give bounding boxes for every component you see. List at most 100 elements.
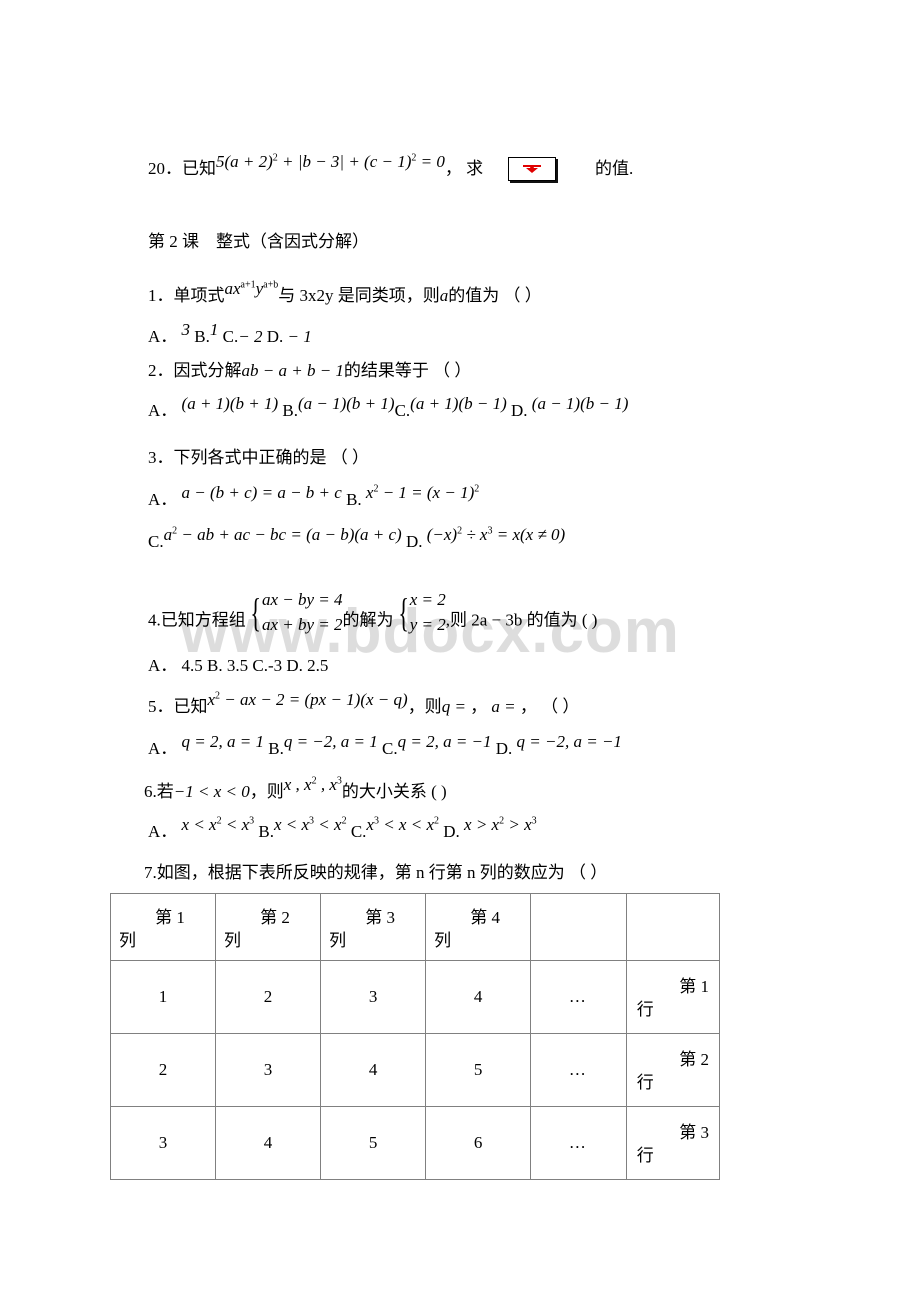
q4-opt-a-letter: A． — [148, 656, 178, 675]
q4-system-2: {x = 2y = 2 — [397, 589, 446, 635]
table-row-label: 第 2 行 — [625, 1033, 721, 1107]
table-header-top: 第 3 — [365, 908, 395, 928]
q2-opt-b-value: (a − 1)(b + 1) — [297, 394, 395, 413]
q2-opt-d-letter: D. — [511, 401, 528, 420]
q6-variables: x , x2 , x3 — [283, 775, 342, 794]
q1-text-a: 单项式 — [173, 286, 225, 305]
q4-opt-c-letter: C. — [252, 656, 268, 675]
table-header-cell: 第 2 列 — [215, 893, 322, 961]
table-cell-ellipsis: … — [530, 1033, 627, 1107]
q6-text-a: 若 — [156, 782, 174, 801]
left-brace-icon: { — [250, 589, 261, 635]
q6-opt-c-value: x3 < x < x2 — [366, 815, 439, 834]
q1-opt-a-letter: A． — [148, 327, 178, 346]
q2-number: 2． — [148, 361, 174, 380]
q6-opt-c-letter: C. — [350, 822, 367, 841]
question-4: 4.已知方程组{ax − by = 4 ax + by = 2 的解为{x = 2y… — [148, 590, 598, 646]
pattern-table: 第 1 列 第 2 列 第 3 列 第 4 列 1 2 3 4 … 第 1 行 … — [109, 893, 721, 1180]
table-header-row: 第 1 列 第 2 列 第 3 列 第 4 列 — [109, 893, 721, 961]
table-row: 1 2 3 4 … 第 1 行 — [109, 960, 721, 1034]
table-cell: 2 — [215, 960, 322, 1034]
broken-image-icon — [523, 165, 541, 173]
q3-text: 下列各式中正确的是 （ ） — [173, 448, 370, 467]
question-5: 5．已知x2 − ax − 2 = (px − 1)(x − q)，则q = ，… — [148, 690, 580, 717]
q4-opt-a-value: 4.5 — [181, 656, 203, 675]
q20-comma: ， — [444, 159, 462, 178]
q1-opt-c-letter: C. — [222, 327, 239, 346]
table-header-cell-empty — [530, 893, 627, 961]
table-cell-ellipsis: … — [530, 960, 627, 1034]
q5-text-a: 已知 — [173, 697, 208, 716]
q3-opt-a-value: a − (b + c) = a − b + c — [181, 483, 342, 502]
q1-opt-b-letter: B. — [194, 327, 210, 346]
q6-opt-a-value: x < x2 < x3 — [181, 815, 255, 834]
q4-options: A． 4.5 B. 3.5 C.-3 D. 2.5 — [148, 655, 328, 676]
q3-opt-c-value: a2 − ab + ac − bc = (a − b)(a + c) — [163, 525, 402, 544]
q5-opt-b-value: q = −2, a = 1 — [283, 732, 378, 751]
q5-comma-2: ， — [519, 697, 537, 716]
q6-options: A． x < x2 < x3 B.x < x3 < x2 C.x3 < x < … — [148, 815, 537, 842]
q6-opt-b-letter: B. — [258, 822, 274, 841]
q3-opt-d-letter: D. — [405, 532, 423, 551]
q4-text-b: 的解为 — [342, 610, 394, 630]
table-cell-ellipsis: … — [530, 1106, 627, 1180]
q20-number: 20． — [148, 159, 182, 178]
q1-number: 1． — [148, 286, 174, 305]
q6-opt-a-letter: A． — [148, 822, 178, 841]
q2-opt-d-value: (a − 1)(b − 1) — [531, 394, 629, 413]
lesson-title: 第 2 课 整式（含因式分解） — [148, 232, 369, 251]
q3-opt-c-letter: C. — [148, 532, 164, 551]
table-cell: 4 — [425, 960, 532, 1034]
q5-number: 5． — [148, 697, 174, 716]
q4-number: 4. — [148, 610, 161, 630]
table-header-cell: 第 3 列 — [320, 893, 427, 961]
q5-opt-b-letter: B. — [268, 739, 284, 758]
row-label-bot: 行 — [636, 1000, 654, 1019]
table-header-top: 第 1 — [155, 908, 185, 928]
q6-text-b: ，则 — [249, 782, 284, 801]
table-header-top: 第 4 — [470, 908, 500, 928]
q1-opt-c-value: − 2 — [238, 327, 263, 346]
q20-ask: 求 — [466, 159, 484, 178]
q4-opt-b-value: 3.5 — [226, 656, 249, 675]
question-7: 7.如图，根据下表所反映的规律，第 n 行第 n 列的数应为 （ ） — [144, 862, 607, 883]
question-2: 2．因式分解ab − a + b − 1的结果等于 （ ） — [148, 360, 471, 381]
row-label-bot: 行 — [636, 1073, 654, 1092]
question-20: 20．已知5(a + 2)2 + |b − 3| + (c − 1)2 = 0，… — [148, 152, 484, 179]
table-row: 3 4 5 6 … 第 3 行 — [109, 1106, 721, 1180]
q5-q-eq: q = — [441, 697, 471, 716]
q4-text-a: 已知方程组 — [160, 610, 246, 630]
q1-opt-b-value: 1 — [209, 320, 219, 339]
table-header-cell: 第 1 列 — [109, 893, 217, 961]
q5-text-b: ，则 — [407, 697, 442, 716]
q3-options-row1: A． a − (b + c) = a − b + c B. x2 − 1 = (… — [148, 483, 479, 510]
q5-paren: （ ） — [541, 697, 580, 716]
q3-number: 3． — [148, 448, 174, 467]
q1-options: A． 3 B.1 C.− 2 D. − 1 — [148, 320, 312, 347]
table-cell: 1 — [109, 960, 217, 1034]
q6-opt-b-value: x < x3 < x2 — [273, 815, 347, 834]
table-cell: 3 — [320, 960, 427, 1034]
q2-opt-c-value: (a + 1)(b − 1) — [410, 394, 507, 413]
q3-opt-b-value: x2 − 1 = (x − 1)2 — [365, 483, 480, 502]
table-cell: 4 — [215, 1106, 322, 1180]
q4-text-c: ,则 2a − 3b 的值为 ( ) — [445, 610, 598, 630]
q6-number: 6. — [144, 782, 157, 801]
table-header-top: 第 2 — [260, 908, 290, 928]
q5-opt-c-value: q = 2, a = −1 — [397, 732, 492, 751]
q7-text: 如图，根据下表所反映的规律，第 n 行第 n 列的数应为 （ ） — [156, 863, 608, 882]
q5-opt-d-letter: D. — [495, 739, 513, 758]
q6-condition: −1 < x < 0 — [173, 782, 250, 801]
q5-a-eq: a = — [491, 697, 520, 716]
table-header-bot: 列 — [329, 931, 347, 950]
q2-opt-c-letter: C. — [394, 401, 411, 420]
table-header-cell-empty — [625, 893, 721, 961]
q4-opt-d-value: 2.5 — [307, 656, 329, 675]
q3-opt-d-value: (−x)2 ÷ x3 = x(x ≠ 0) — [426, 525, 566, 544]
q5-expression: x2 − ax − 2 = (px − 1)(x − q) — [207, 690, 408, 709]
q4-opt-c-value: -3 — [267, 656, 283, 675]
question-3: 3．下列各式中正确的是 （ ） — [148, 447, 369, 468]
q5-opt-a-value: q = 2, a = 1 — [181, 732, 264, 751]
broken-image-placeholder — [508, 157, 556, 181]
q20-tail: 的值. — [595, 159, 634, 178]
